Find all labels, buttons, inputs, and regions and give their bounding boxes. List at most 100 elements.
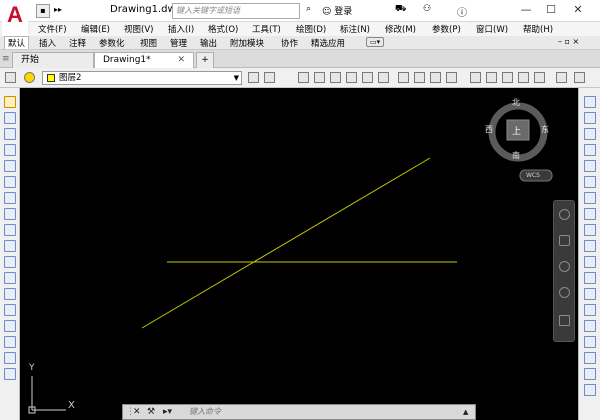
pencil-line-icon[interactable] (4, 96, 16, 108)
layer-lock-icon[interactable] (378, 72, 389, 83)
add-tab-button[interactable]: + (196, 52, 214, 68)
tab-annotate[interactable]: 注释 (66, 37, 89, 49)
layer-change-icon[interactable] (398, 72, 409, 83)
layer-walk-icon[interactable] (430, 72, 441, 83)
layer-states-icon[interactable] (470, 72, 481, 83)
login-button[interactable]: ☺ 登录 (322, 4, 352, 17)
move-icon[interactable] (4, 176, 16, 188)
inspection-icon[interactable] (584, 336, 596, 348)
undo-icon[interactable] (486, 72, 497, 83)
menu-modify[interactable]: 修改(M) (385, 23, 416, 35)
dim-jogged-icon[interactable] (584, 176, 596, 188)
layer-previous-icon[interactable] (298, 72, 309, 83)
layer-copy-icon[interactable] (414, 72, 425, 83)
line-diagonal[interactable] (141, 157, 431, 329)
more-icon[interactable]: ▸▸ (54, 5, 62, 14)
help-icon[interactable]: ⓘ (457, 4, 467, 19)
jogged-linear-icon[interactable] (584, 352, 596, 364)
viewcube-south[interactable]: 南 (512, 150, 520, 161)
tab-addons[interactable]: 附加模块 (227, 37, 267, 49)
explode-icon[interactable] (4, 336, 16, 348)
layer-merge-icon[interactable] (446, 72, 457, 83)
bulb-icon[interactable] (24, 72, 35, 83)
redo-icon[interactable] (502, 72, 513, 83)
menu-insert[interactable]: 插入(I) (168, 23, 194, 35)
close-button[interactable]: ✕ (567, 2, 589, 18)
chamfer-icon[interactable] (4, 304, 16, 316)
scale-icon[interactable] (4, 224, 16, 236)
dim-break-icon[interactable] (584, 288, 596, 300)
rectangle-icon[interactable] (4, 144, 16, 156)
layer-off-icon[interactable] (362, 72, 373, 83)
extend-icon[interactable] (4, 256, 16, 268)
close-tab-icon[interactable]: ✕ (177, 53, 185, 67)
tab-view[interactable]: 视图 (137, 37, 160, 49)
menu-view[interactable]: 视图(V) (124, 23, 153, 35)
design-center-icon[interactable] (556, 72, 567, 83)
exchange-icon[interactable]: ⚇ (423, 4, 431, 14)
wrench-icon[interactable]: ⚒ (147, 406, 155, 418)
dim-angular-icon[interactable] (584, 208, 596, 220)
layer-unisolate-icon[interactable] (330, 72, 341, 83)
dim-linear-icon[interactable] (584, 96, 596, 108)
save-icon[interactable]: ▪ (36, 4, 50, 18)
polyline-icon[interactable] (4, 112, 16, 124)
tab-drawing1[interactable]: Drawing1* ✕ (94, 52, 194, 68)
menu-parameter[interactable]: 参数(P) (432, 23, 461, 35)
dim-baseline-icon[interactable] (584, 240, 596, 252)
steering-wheel-icon[interactable] (559, 209, 570, 220)
menu-draw[interactable]: 绘图(D) (296, 23, 326, 35)
dim-style-icon[interactable] (584, 384, 596, 396)
tool-palette-icon[interactable] (574, 72, 585, 83)
spline-icon[interactable] (4, 352, 16, 364)
menu-tools[interactable]: 工具(T) (252, 23, 281, 35)
break-icon[interactable] (4, 272, 16, 284)
tab-featured-apps[interactable]: 精选应用 (308, 37, 348, 49)
tab-manage[interactable]: 管理 (167, 37, 190, 49)
command-input[interactable]: 键入命令 (189, 406, 469, 418)
layer-properties-icon[interactable] (5, 72, 16, 83)
join-icon[interactable] (4, 288, 16, 300)
hatch-icon[interactable] (4, 368, 16, 380)
tab-insert[interactable]: 插入 (36, 37, 59, 49)
ribbon-window-controls[interactable]: – ▫ × (558, 37, 579, 46)
dim-continue-icon[interactable] (584, 256, 596, 268)
dim-diameter-icon[interactable] (584, 192, 596, 204)
drawing-canvas[interactable]: Y X 北 南 东 西 上 WCS (20, 88, 578, 420)
trim-icon[interactable] (4, 240, 16, 252)
tab-output[interactable]: 输出 (197, 37, 220, 49)
menu-collapse-icon[interactable]: ≡ (2, 54, 10, 64)
menu-edit[interactable]: 编辑(E) (81, 23, 110, 35)
layer-freeze-icon[interactable] (346, 72, 357, 83)
menu-file[interactable]: 文件(F) (38, 23, 67, 35)
copy-icon[interactable] (4, 208, 16, 220)
rotate-icon[interactable] (4, 192, 16, 204)
dim-edit-icon[interactable] (584, 368, 596, 380)
polygon-icon[interactable] (4, 128, 16, 140)
viewcube-west[interactable]: 西 (485, 124, 493, 135)
binoculars-icon[interactable]: ⌕ (306, 4, 311, 14)
tab-parametric[interactable]: 参数化 (96, 37, 128, 49)
recent-commands-icon[interactable]: ▸▾ (163, 406, 172, 418)
close-icon[interactable]: ✕ (133, 406, 141, 418)
layer-dropdown[interactable]: 图层2 ▼ (42, 71, 242, 85)
match-layer-icon[interactable] (264, 72, 275, 83)
properties-icon[interactable] (534, 72, 545, 83)
dim-ordinate-icon[interactable] (584, 144, 596, 156)
make-current-icon[interactable] (248, 72, 259, 83)
arc-icon[interactable] (4, 160, 16, 172)
viewcube-north[interactable]: 北 (512, 97, 520, 108)
dim-arc-icon[interactable] (584, 128, 596, 140)
menu-format[interactable]: 格式(O) (208, 23, 238, 35)
match-properties-icon[interactable] (518, 72, 529, 83)
dim-aligned-icon[interactable] (584, 112, 596, 124)
tolerance-icon[interactable] (584, 304, 596, 316)
minimize-button[interactable]: — (515, 2, 537, 18)
layer-isolate-icon[interactable] (314, 72, 325, 83)
search-input[interactable]: 键入关键字或短语 (172, 3, 300, 19)
ribbon-toggle-icon[interactable]: ▭▾ (366, 37, 385, 47)
showmotion-icon[interactable] (559, 315, 570, 326)
tab-collaborate[interactable]: 协作 (278, 37, 301, 49)
viewcube-face-top[interactable]: 上 (512, 124, 521, 137)
tab-default[interactable]: 默认 (4, 36, 30, 49)
